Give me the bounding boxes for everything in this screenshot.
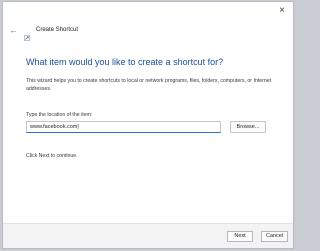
cancel-button[interactable]: Cancel	[261, 231, 288, 242]
location-label: Type the location of the item:	[26, 112, 93, 118]
close-icon[interactable]: ×	[277, 6, 287, 16]
wizard-description: This wizard helps you to create shortcut…	[26, 78, 272, 92]
create-shortcut-dialog: × ← Create Shortcut What item would you …	[2, 1, 294, 249]
shortcut-wizard-icon-graphic	[24, 35, 30, 41]
title-bar: × ← Create Shortcut	[3, 2, 293, 41]
back-arrow-icon[interactable]: ←	[9, 26, 18, 35]
next-button[interactable]: Next	[227, 231, 253, 242]
wizard-title: Create Shortcut	[36, 27, 79, 33]
location-input[interactable]	[26, 121, 221, 133]
browse-button[interactable]: Browse...	[230, 121, 266, 133]
continue-hint: Click Next to continue.	[26, 153, 78, 159]
page-heading: What item would you like to create a sho…	[26, 57, 224, 67]
dialog-footer: Next Cancel	[3, 223, 293, 248]
shortcut-wizard-icon	[24, 28, 30, 41]
